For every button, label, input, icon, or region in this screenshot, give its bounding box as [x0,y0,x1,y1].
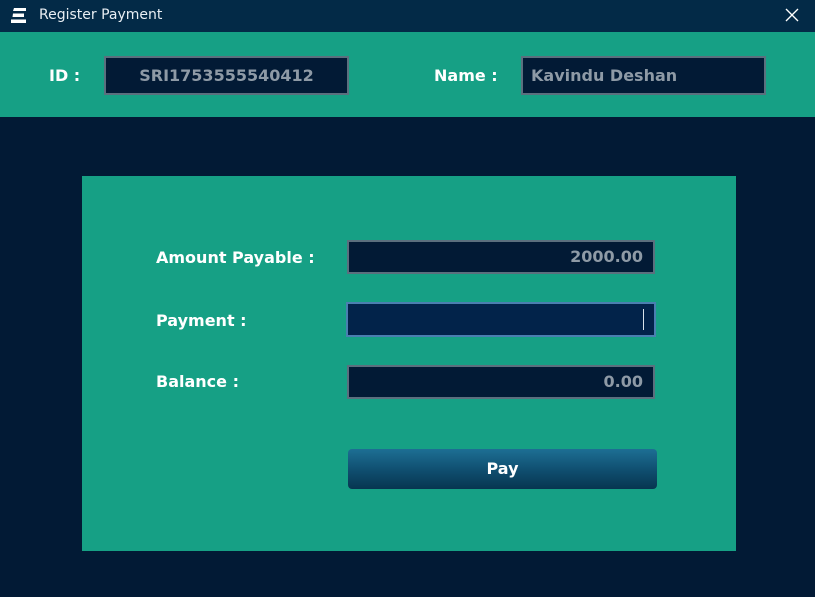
amount-payable-label: Amount Payable : [156,248,315,267]
id-label: ID : [49,66,81,85]
name-label: Name : [434,66,498,85]
close-icon [785,8,799,22]
pay-button[interactable]: Pay [348,449,657,489]
member-info-header: ID : SRI1753555540412 Name : Kavindu Des… [0,32,815,117]
text-caret [643,309,644,330]
app-logo-icon [11,8,26,23]
id-field[interactable]: SRI1753555540412 [104,56,349,95]
close-button[interactable] [769,0,815,32]
payment-label: Payment : [156,311,247,330]
payment-form-panel: Amount Payable : 2000.00 Payment : Balan… [82,176,736,551]
balance-field[interactable]: 0.00 [347,365,655,399]
register-payment-window: Register Payment ID : SRI1753555540412 N… [0,0,815,597]
amount-payable-field[interactable]: 2000.00 [347,240,655,274]
payment-input[interactable] [346,302,656,337]
title-bar: Register Payment [0,0,815,32]
balance-label: Balance : [156,372,239,391]
name-field[interactable]: Kavindu Deshan [521,56,766,95]
window-title: Register Payment [39,7,163,23]
